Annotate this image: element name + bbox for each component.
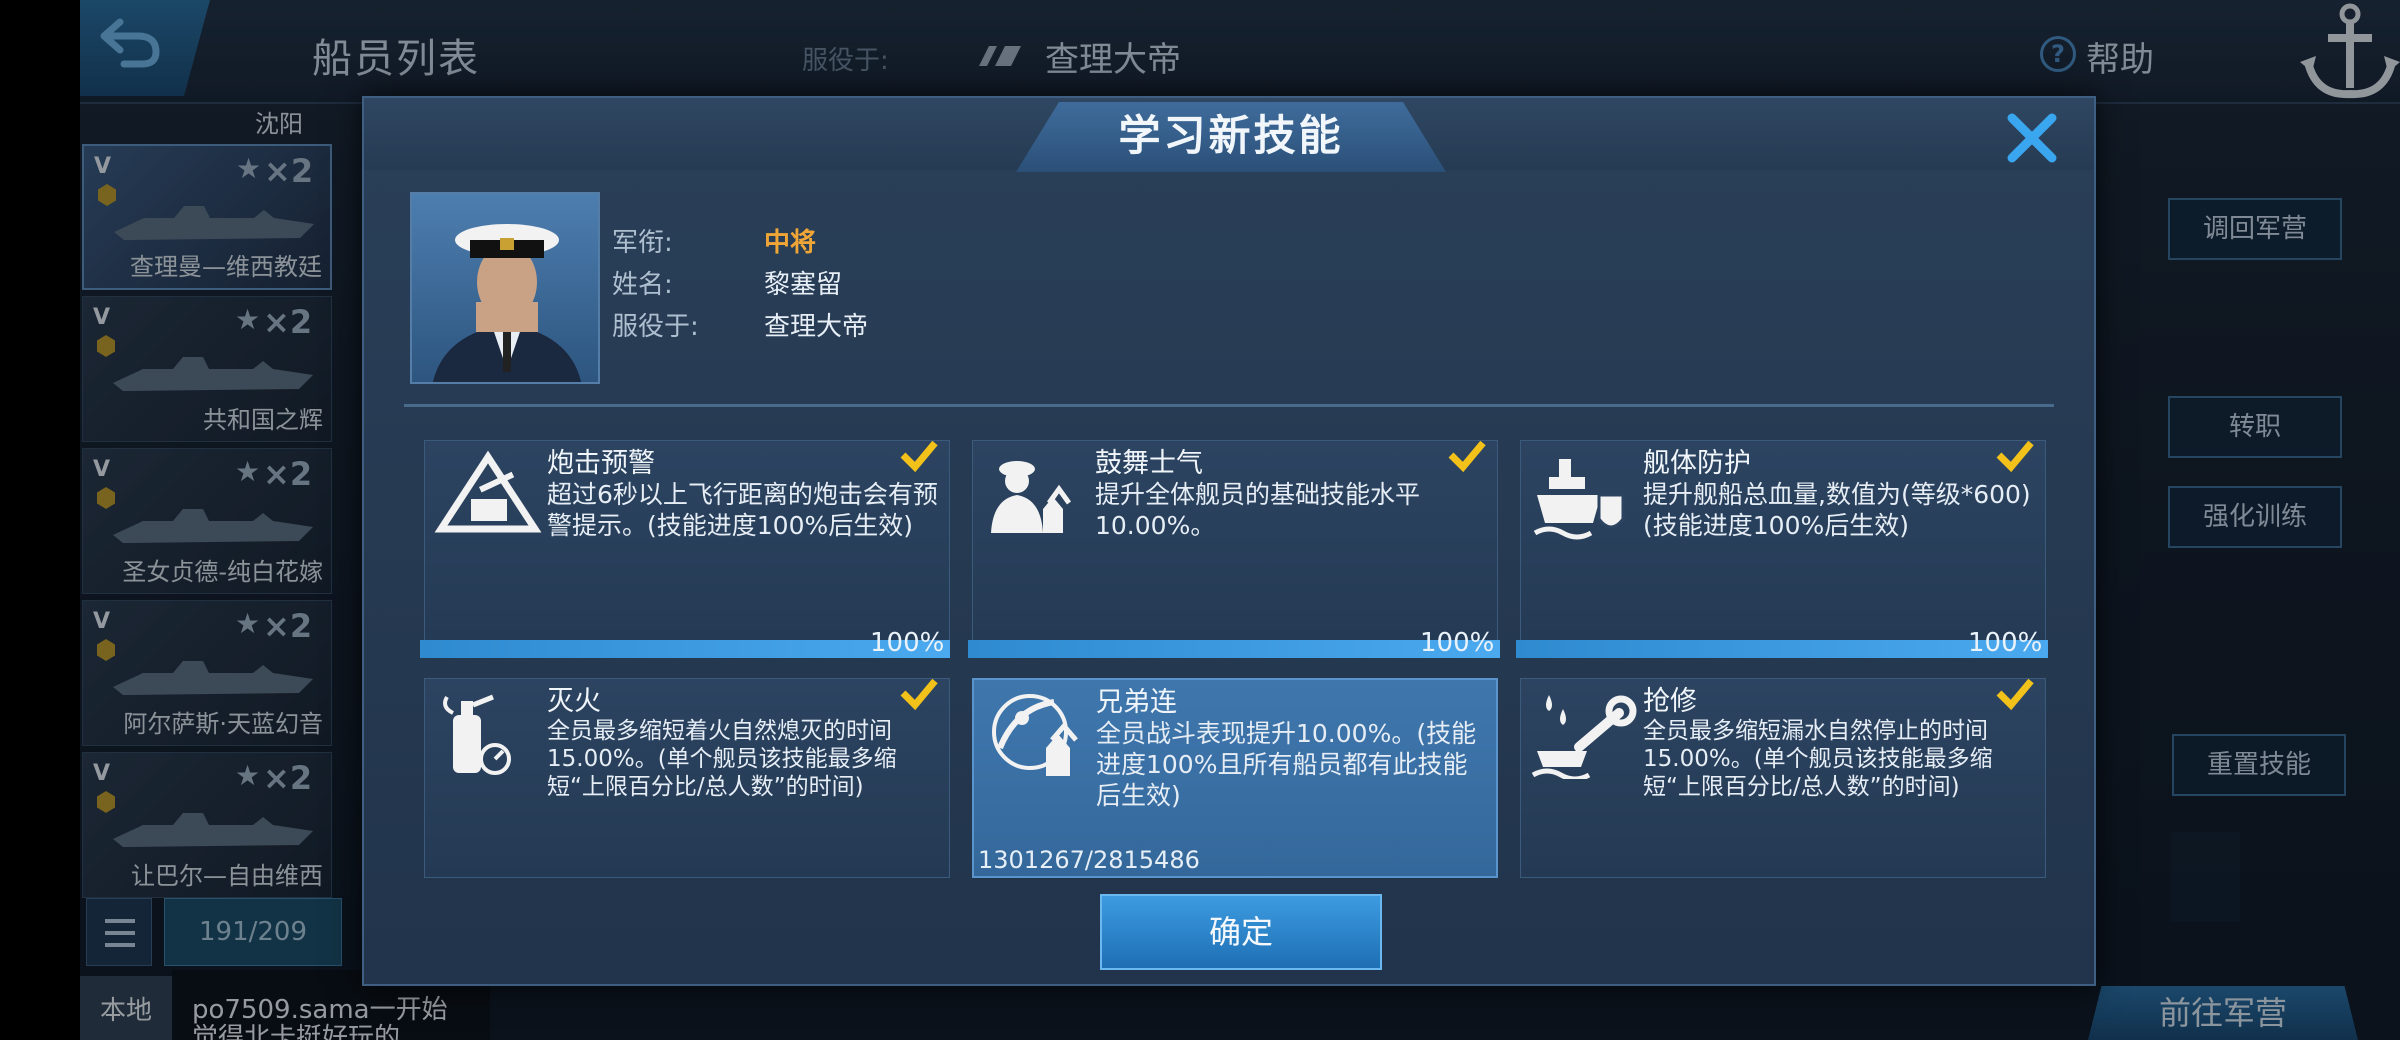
rank-value: 中将: [764, 228, 817, 258]
serve-value: 查理大帝: [764, 312, 869, 342]
dialog-title: 学习新技能: [1118, 111, 1344, 160]
skill-card-fire-extinguish[interactable]: 灭火 全员最多缩短着火自然熄灭的时间15.00%。(单个舰员该技能最多缩短“上限…: [424, 678, 950, 878]
skill-description: 超过6秒以上飞行距离的炮击会有预警提示。(技能进度100%后生效): [547, 480, 938, 540]
officer-morale-icon: [991, 461, 1072, 533]
skill-name: 鼓舞士气: [1095, 448, 1203, 479]
skill-card-shell-warning[interactable]: 炮击预警 超过6秒以上飞行距离的炮击会有预警提示。(技能进度100%后生效): [424, 440, 950, 654]
divider: [404, 404, 2054, 407]
progress-label: 100%: [1968, 628, 2043, 658]
skill-progress-text: 1301267/2815486: [978, 846, 1200, 874]
brotherhood-icon: [992, 694, 1078, 776]
name-label: 姓名:: [612, 270, 673, 300]
check-icon: [1996, 441, 2034, 473]
close-icon[interactable]: [2002, 108, 2062, 168]
skill-name: 灭火: [547, 686, 601, 717]
skill-name: 兄弟连: [1096, 687, 1177, 718]
officer-avatar-icon: [432, 224, 582, 382]
skill-description: 提升舰船总血量,数值为(等级*600)(技能进度100%后生效): [1643, 480, 2031, 540]
extinguisher-icon: [443, 694, 511, 775]
skill-name: 抢修: [1643, 686, 1697, 717]
check-icon: [900, 441, 938, 473]
officer-portrait: [410, 192, 600, 384]
rank-label: 军衔:: [612, 228, 673, 258]
skill-description: 提升全体舰员的基础技能水平10.00%。: [1095, 480, 1421, 540]
check-icon: [1996, 679, 2034, 711]
skill-description: 全员最多缩短着火自然熄灭的时间15.00%。(单个舰员该技能最多缩短“上限百分比…: [547, 718, 897, 800]
skill-name: 舰体防护: [1643, 448, 1751, 479]
skill-description: 全员最多缩短漏水自然停止的时间15.00%。(单个舰员该技能最多缩短“上限百分比…: [1643, 718, 1993, 800]
repair-wrench-icon: [1531, 695, 1637, 779]
skill-description: 全员战斗表现提升10.00%。(技能进度100%且所有船员都有此技能后生效): [1096, 719, 1477, 810]
skill-card-brotherhood[interactable]: 兄弟连 全员战斗表现提升10.00%。(技能进度100%且所有船员都有此技能后生…: [972, 678, 1498, 878]
confirm-button[interactable]: 确定: [1100, 894, 1382, 970]
check-icon: [900, 679, 938, 711]
progress-label: 100%: [870, 628, 945, 658]
serve-label: 服役于:: [612, 312, 699, 342]
turret-warning-icon: [434, 450, 542, 533]
learn-skill-dialog: 学习新技能 军衔: 中将 姓名: 黎塞留 服役于: 查理大帝 炮击预警 超过6秒…: [362, 96, 2096, 986]
name-value: 黎塞留: [764, 270, 843, 300]
skill-name: 炮击预警: [547, 448, 655, 479]
check-icon: [1448, 441, 1486, 473]
hull-shield-icon: [1533, 459, 1625, 540]
skill-card-hull-protection[interactable]: 舰体防护 提升舰船总血量,数值为(等级*600)(技能进度100%后生效): [1520, 440, 2046, 654]
skill-card-emergency-repair[interactable]: 抢修 全员最多缩短漏水自然停止的时间15.00%。(单个舰员该技能最多缩短“上限…: [1520, 678, 2046, 878]
skill-card-morale[interactable]: 鼓舞士气 提升全体舰员的基础技能水平10.00%。: [972, 440, 1498, 654]
progress-label: 100%: [1420, 628, 1495, 658]
